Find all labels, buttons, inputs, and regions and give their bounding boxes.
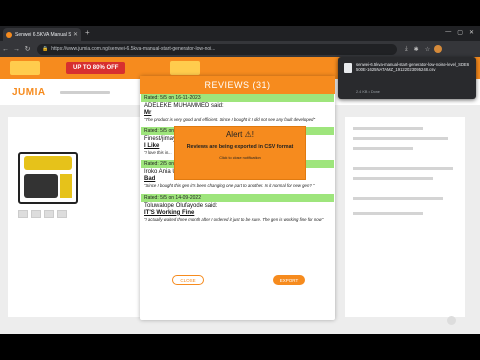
reviews-modal: REVIEWS (31) Rated: 5/5 on 16-11-2023 AD… <box>140 76 335 320</box>
alert-message: Reviews are being exported in CSV format <box>186 144 294 150</box>
generator-image[interactable] <box>18 152 78 204</box>
reload-icon[interactable]: ↻ <box>22 45 33 53</box>
review-text: "Since I bought this gen it's been chang… <box>144 183 315 189</box>
review-rating: Rated: 5/5 on 14-09-2022 <box>141 193 334 202</box>
forward-icon[interactable]: → <box>11 46 22 53</box>
download-status: 2.4 KB • Done <box>356 90 380 94</box>
review-title: Mr <box>144 110 152 116</box>
browser-tab[interactable]: Senwei 6.5KVA Manual Start Generator - ✕ <box>3 28 81 41</box>
review-item: Rated: 5/5 on 14-09-2022 Toluwalope Oluf… <box>141 193 334 223</box>
toolbar-icons: ⤓ ✱ ☆ <box>405 46 430 53</box>
modal-title: REVIEWS (31) <box>140 76 335 94</box>
tab-title: Senwei 6.5KVA Manual Start Generator - <box>15 31 71 38</box>
back-icon[interactable]: ← <box>0 46 11 53</box>
address-bar[interactable]: 🔒 https://www.jumia.com.ng/senwei-6.5kva… <box>37 43 397 55</box>
image-thumbnails[interactable] <box>18 210 67 218</box>
url-text: https://www.jumia.com.ng/senwei-6.5kva-m… <box>51 46 216 52</box>
browser-toolbar: ← → ↻ 🔒 https://www.jumia.com.ng/senwei-… <box>0 41 480 57</box>
alert-title: Alert ⚠! <box>225 130 255 139</box>
promo-text: UP TO 80% OFF <box>66 62 126 74</box>
jumia-logo[interactable]: JUMIA <box>12 87 46 98</box>
export-alert[interactable]: Alert ⚠! Reviews are being exported in C… <box>174 126 306 180</box>
tab-strip: Senwei 6.5KVA Manual Start Generator - ✕… <box>0 26 480 41</box>
extensions-icon[interactable]: ✱ <box>414 46 419 53</box>
export-button[interactable]: EXPORT <box>273 275 305 285</box>
review-author: Toluwalope Olufayode said: <box>144 202 218 209</box>
minimize-icon[interactable]: — <box>445 29 451 36</box>
modal-footer: CLOSE EXPORT <box>140 268 335 298</box>
review-title: IT'S Working Fine <box>144 209 195 216</box>
close-tab-icon[interactable]: ✕ <box>73 31 78 38</box>
delivery-panel <box>345 117 465 317</box>
favicon-icon <box>6 31 12 38</box>
maximize-icon[interactable]: ▢ <box>457 29 463 36</box>
close-window-icon[interactable]: ✕ <box>469 29 474 36</box>
screen: Senwei 6.5KVA Manual Start Generator - ✕… <box>0 0 480 360</box>
bookmark-icon[interactable]: ☆ <box>425 46 430 53</box>
file-icon <box>344 63 352 73</box>
review-author: ADELEKE MUHAMMED said: <box>144 103 224 109</box>
promo-graphic <box>10 61 40 75</box>
review-text: "I actually waited three month after I o… <box>144 216 324 222</box>
chat-icon[interactable] <box>447 316 456 325</box>
search-bar[interactable] <box>60 91 110 94</box>
new-tab-icon[interactable]: + <box>85 28 90 38</box>
promo-graphic <box>170 61 200 75</box>
review-rating: Rated: 5/5 on 16-11-2023 <box>141 94 334 102</box>
review-text: "The product is very good and efficient.… <box>144 117 315 122</box>
download-filename[interactable]: senwei-6.5kva-manual-start-generator-low… <box>356 62 470 73</box>
download-icon[interactable]: ⤓ <box>405 46 408 53</box>
product-gallery <box>8 117 148 317</box>
close-button[interactable]: CLOSE <box>172 275 204 285</box>
alert-hint: Click to close notification <box>219 156 261 160</box>
profile-avatar[interactable] <box>434 45 443 53</box>
lock-icon: 🔒 <box>42 46 49 52</box>
window-controls: — ▢ ✕ <box>445 29 474 36</box>
download-bubble[interactable]: senwei-6.5kva-manual-start-generator-low… <box>338 57 476 99</box>
review-item: Rated: 5/5 on 16-11-2023 ADELEKE MUHAMME… <box>141 94 334 123</box>
reviews-list[interactable]: Rated: 5/5 on 16-11-2023 ADELEKE MUHAMME… <box>140 94 335 268</box>
